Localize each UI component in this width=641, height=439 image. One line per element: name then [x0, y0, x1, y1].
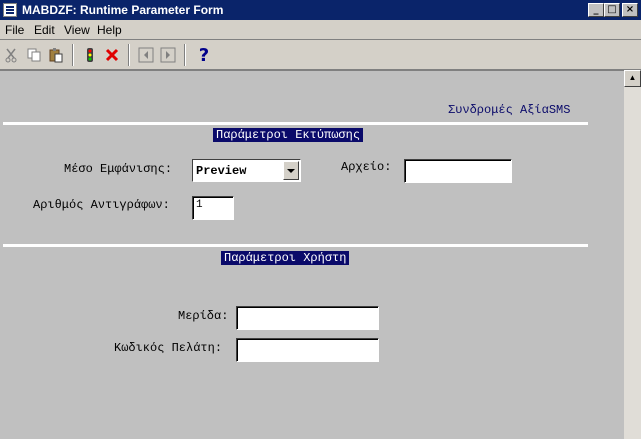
- file-label: Αρχείο:: [341, 160, 392, 174]
- maximize-button[interactable]: □: [604, 3, 620, 17]
- file-input[interactable]: [404, 159, 512, 183]
- toolbar-separator: [128, 44, 130, 66]
- copies-label: Αριθμός Αντιγράφων:: [33, 198, 170, 212]
- user-section-title: Παράμετροι Χρήστη: [221, 251, 350, 265]
- display-select[interactable]: Preview: [192, 159, 301, 182]
- paste-icon[interactable]: [46, 45, 66, 65]
- scroll-up-button[interactable]: ▲: [624, 70, 641, 87]
- copy-icon[interactable]: [24, 45, 44, 65]
- close-button[interactable]: ×: [622, 3, 638, 17]
- app-icon: [3, 3, 17, 17]
- window-title: MABDZF: Runtime Parameter Form: [22, 3, 224, 17]
- display-select-value: Preview: [196, 164, 247, 178]
- toolbar-separator: [72, 44, 74, 66]
- form-header: Συνδρομές ΑξίαSMS: [448, 103, 571, 117]
- menu-view[interactable]: View: [64, 23, 90, 37]
- customer-code-label: Κωδικός Πελάτη:: [114, 341, 223, 355]
- toolbar-separator: [184, 44, 186, 66]
- menu-bar: File Edit View Help: [0, 20, 641, 40]
- copies-input[interactable]: 1: [192, 196, 234, 220]
- help-icon[interactable]: ?: [194, 45, 214, 66]
- customer-code-input[interactable]: [236, 338, 379, 362]
- portion-label: Μερίδα:: [178, 309, 229, 323]
- minimize-button[interactable]: _: [588, 3, 604, 17]
- form-canvas: Συνδρομές ΑξίαSMS Παράμετροι Εκτύπωσης Μ…: [0, 70, 624, 439]
- menu-edit[interactable]: Edit: [34, 23, 55, 37]
- menu-help[interactable]: Help: [97, 23, 122, 37]
- print-section-title: Παράμετροι Εκτύπωσης: [213, 128, 364, 142]
- menu-file[interactable]: File: [5, 23, 24, 37]
- divider: [3, 244, 588, 247]
- previous-icon[interactable]: [136, 45, 156, 65]
- vertical-scrollbar[interactable]: ▲: [624, 70, 641, 439]
- portion-input[interactable]: [236, 306, 379, 330]
- run-icon[interactable]: [80, 45, 100, 65]
- toolbar: ?: [0, 40, 641, 70]
- title-bar: MABDZF: Runtime Parameter Form _ □ ×: [0, 0, 641, 20]
- cut-icon[interactable]: [2, 45, 22, 65]
- next-icon[interactable]: [158, 45, 178, 65]
- cancel-icon[interactable]: [102, 45, 122, 65]
- chevron-down-icon[interactable]: [283, 161, 299, 180]
- display-label: Μέσο Εμφάνισης:: [64, 162, 173, 176]
- divider: [3, 122, 588, 125]
